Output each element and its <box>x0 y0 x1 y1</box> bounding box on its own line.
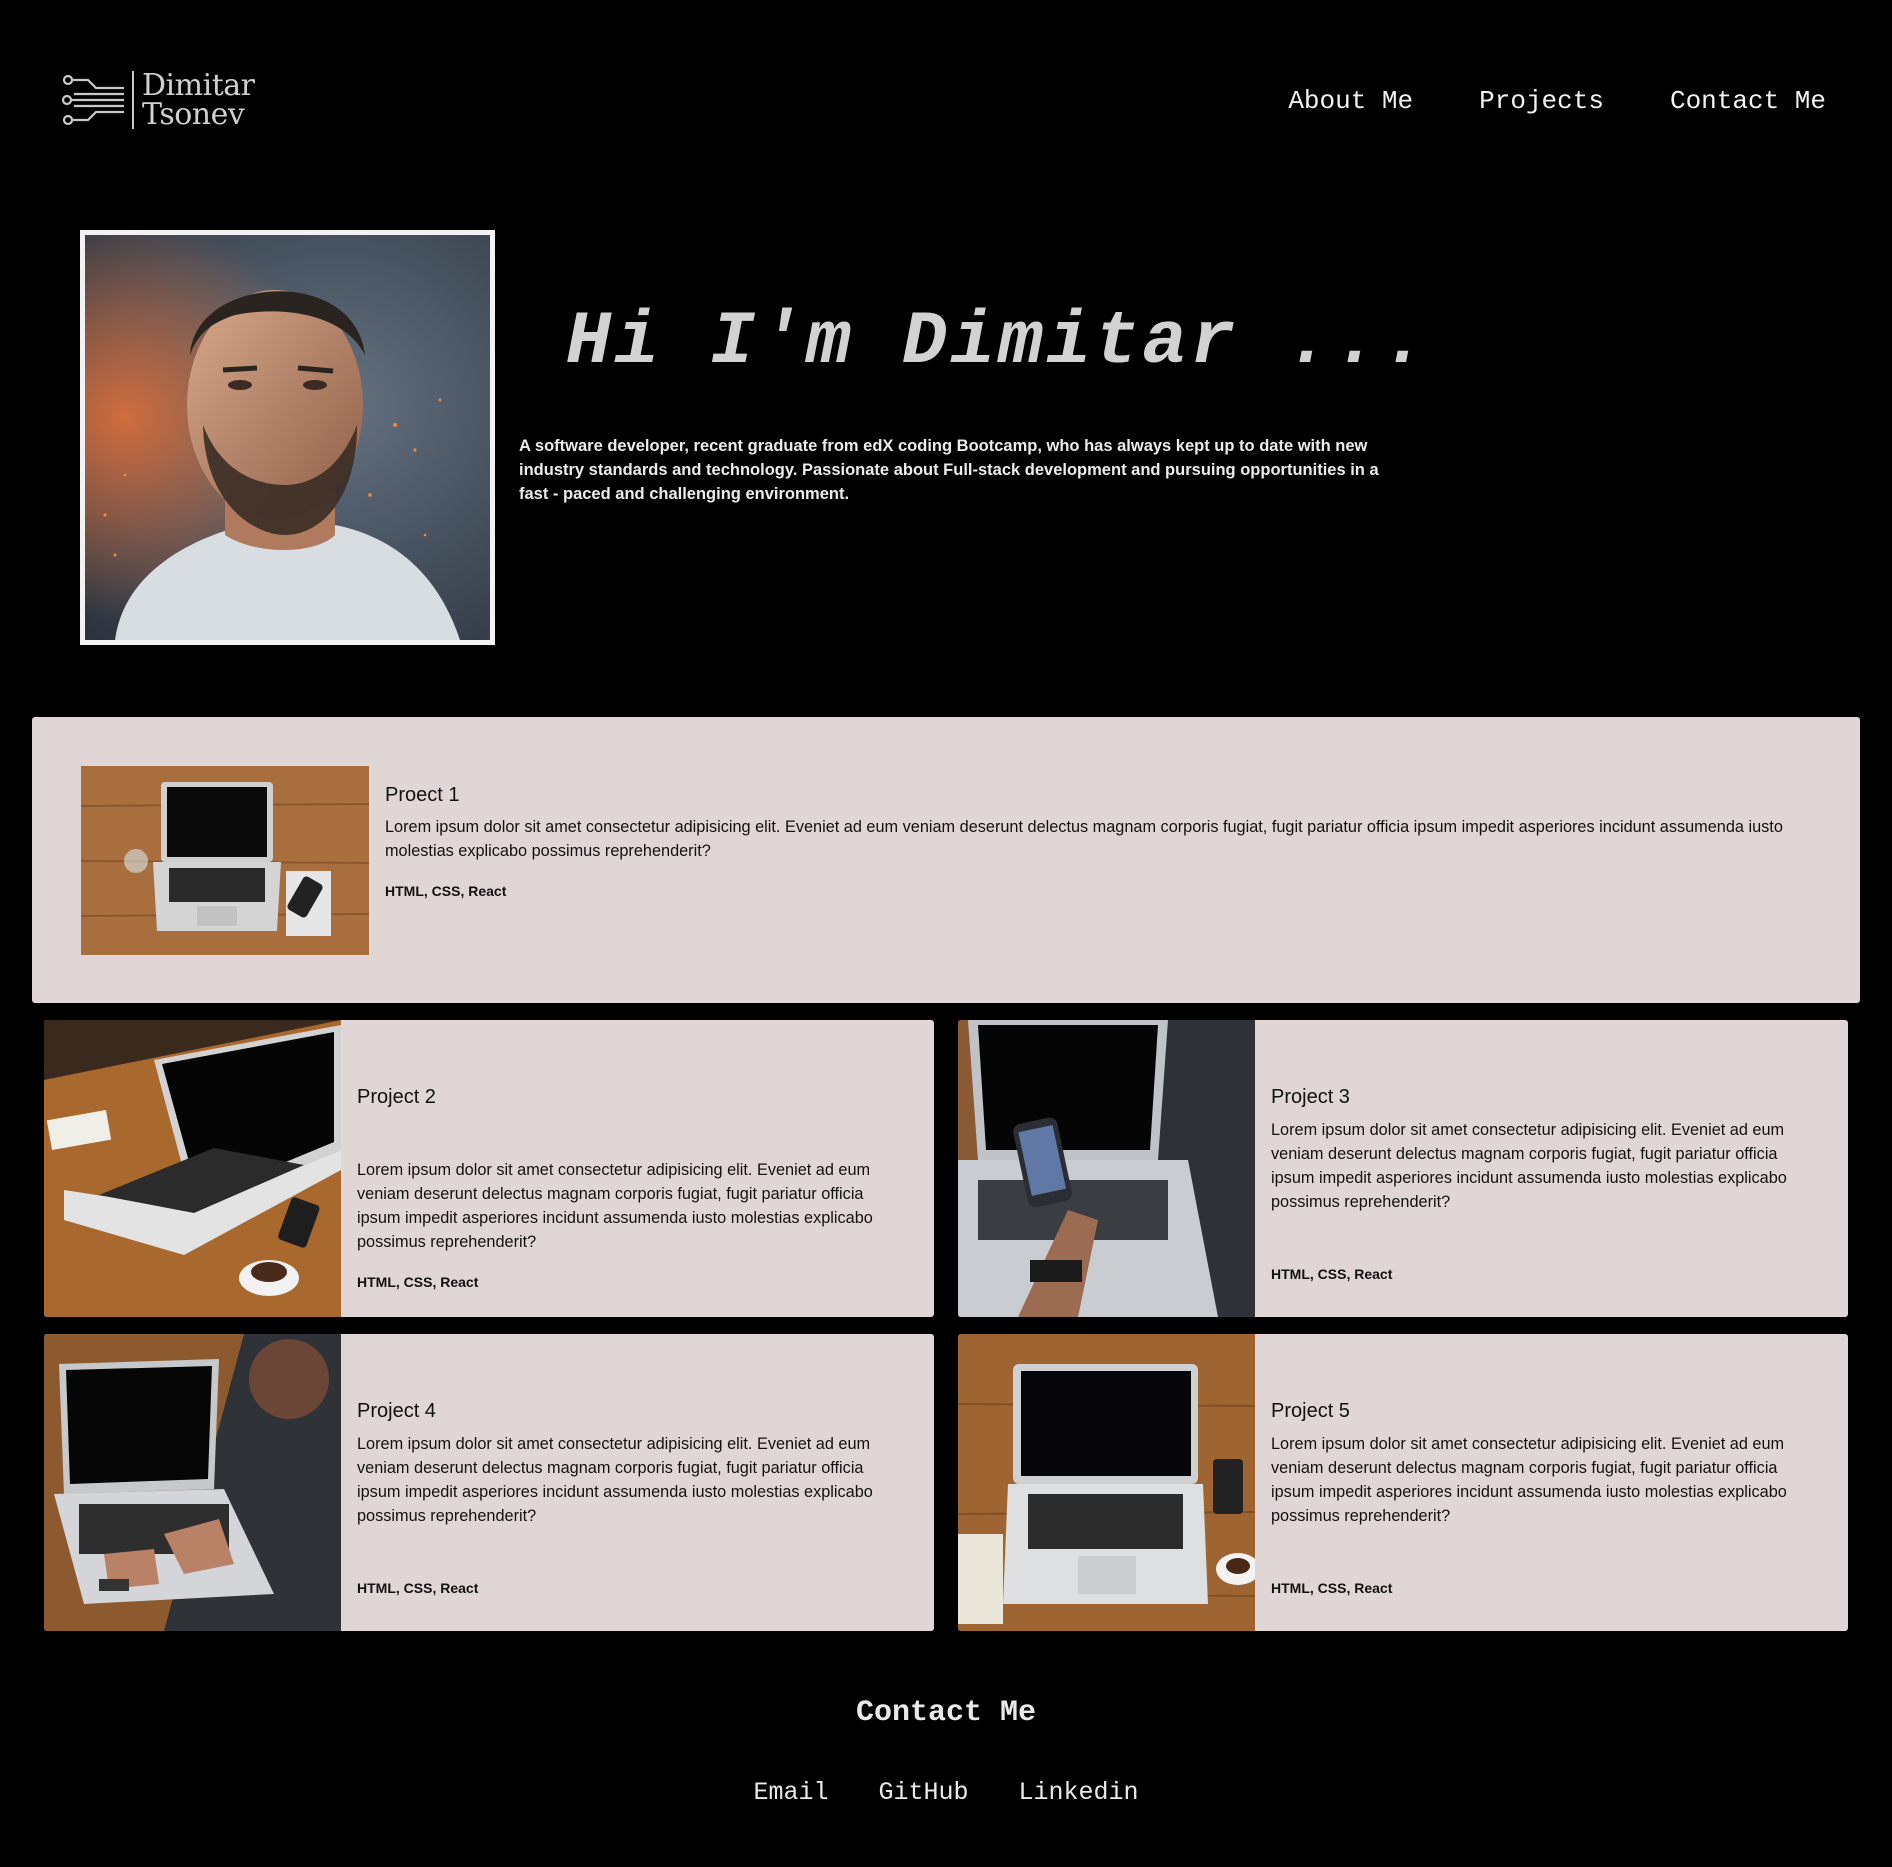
project-card-3[interactable]: Project 3 Lorem ipsum dolor sit amet con… <box>958 1020 1848 1317</box>
project-title: Project 5 <box>1271 1400 1350 1422</box>
project-description: Lorem ipsum dolor sit amet consectetur a… <box>1271 1121 1787 1211</box>
portrait-photo <box>80 230 495 645</box>
logo-line-2: Tsonev <box>142 97 245 132</box>
project-tags: HTML, CSS, React <box>357 1580 479 1596</box>
circuit-icon <box>61 74 124 126</box>
project-description: Lorem ipsum dolor sit amet consectetur a… <box>1271 1435 1787 1525</box>
main-nav: About Me Projects Contact Me <box>1288 86 1826 116</box>
project-card-4[interactable]: Project 4 Lorem ipsum dolor sit amet con… <box>44 1334 934 1631</box>
project-description: Lorem ipsum dolor sit amet consectetur a… <box>357 1161 873 1251</box>
hero-description: A software developer, recent graduate fr… <box>519 437 1379 503</box>
project-title: Proect 1 <box>385 784 460 806</box>
hero-title: Hi I'm Dimitar ... <box>566 300 1431 385</box>
project-3-image <box>958 1020 1255 1317</box>
project-card-5[interactable]: Project 5 Lorem ipsum dolor sit amet con… <box>958 1334 1848 1631</box>
project-2-image <box>44 1020 341 1317</box>
linkedin-link[interactable]: Linkedin <box>1019 1778 1139 1807</box>
contact-links: Email GitHub Linkedin <box>0 1778 1892 1807</box>
project-description: Lorem ipsum dolor sit amet consectetur a… <box>357 1435 873 1525</box>
nav-about-me[interactable]: About Me <box>1288 86 1413 116</box>
logo-line-1: Dimitar <box>142 68 255 103</box>
project-tags: HTML, CSS, React <box>385 883 507 899</box>
project-card-1[interactable]: Proect 1 Lorem ipsum dolor sit amet cons… <box>32 717 1860 1003</box>
project-title: Project 4 <box>357 1400 436 1422</box>
project-card-2[interactable]: Project 2 Lorem ipsum dolor sit amet con… <box>44 1020 934 1317</box>
project-tags: HTML, CSS, React <box>357 1274 479 1290</box>
github-link[interactable]: GitHub <box>878 1778 968 1807</box>
project-description: Lorem ipsum dolor sit amet consectetur a… <box>385 818 1783 860</box>
project-tags: HTML, CSS, React <box>1271 1580 1393 1596</box>
project-tags: HTML, CSS, React <box>1271 1266 1393 1282</box>
nav-contact-me[interactable]: Contact Me <box>1670 86 1826 116</box>
project-1-image <box>81 766 369 955</box>
project-4-image <box>44 1334 341 1631</box>
project-title: Project 2 <box>357 1086 436 1108</box>
email-link[interactable]: Email <box>753 1778 828 1807</box>
logo-text: Dimitar Tsonev <box>132 68 255 132</box>
nav-projects[interactable]: Projects <box>1479 86 1604 116</box>
logo[interactable]: Dimitar Tsonev <box>60 68 255 132</box>
project-title: Project 3 <box>1271 1086 1350 1108</box>
project-5-image <box>958 1334 1255 1631</box>
contact-title: Contact Me <box>855 1696 1037 1730</box>
